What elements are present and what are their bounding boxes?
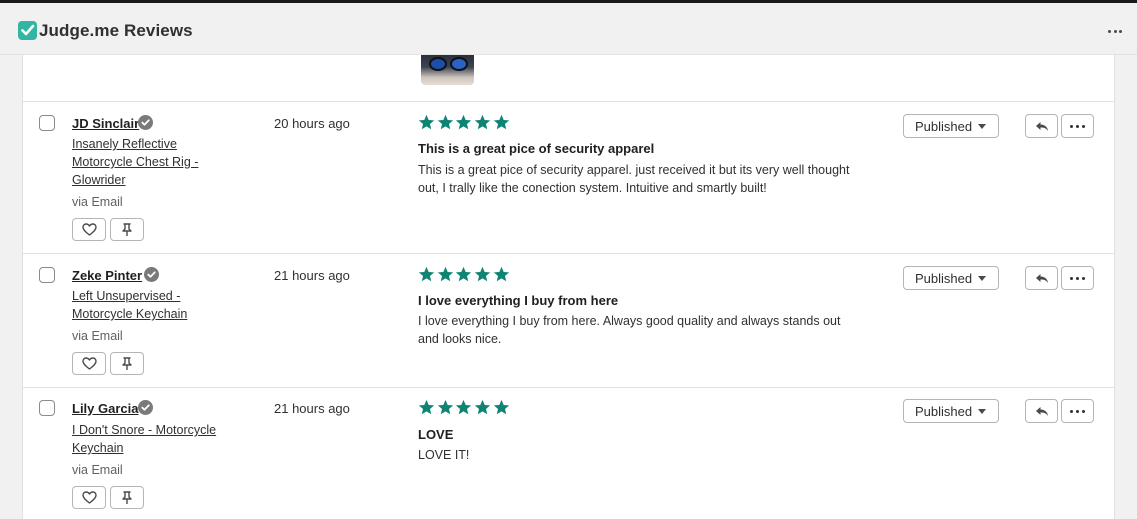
pin-icon xyxy=(122,491,132,504)
review-title: This is a great pice of security apparel xyxy=(418,141,655,156)
review-body: This is a great pice of security apparel… xyxy=(418,163,850,195)
reply-button[interactable] xyxy=(1025,399,1058,423)
more-actions-button[interactable] xyxy=(1061,266,1094,290)
star-icon xyxy=(418,114,435,130)
star-icon xyxy=(456,266,472,282)
caret-down-icon xyxy=(978,276,986,281)
review-source: via Email xyxy=(72,463,123,477)
app-header: Judge.me Reviews xyxy=(0,3,1137,55)
review-row: JD Sinclair Insanely Reflective Motorcyc… xyxy=(23,101,1114,253)
favorite-button[interactable] xyxy=(72,352,106,375)
reply-button[interactable] xyxy=(1025,266,1058,290)
verified-badge-icon xyxy=(144,267,159,282)
review-row: Zeke Pinter Left Unsupervised - Motorcyc… xyxy=(23,253,1114,387)
caret-down-icon xyxy=(978,409,986,414)
star-icon xyxy=(437,399,453,415)
review-body: I love everything I buy from here. Alway… xyxy=(418,314,841,346)
star-icon xyxy=(493,399,509,415)
status-dropdown[interactable]: Published xyxy=(903,399,999,423)
caret-down-icon xyxy=(978,124,986,129)
favorite-button[interactable] xyxy=(72,486,106,509)
star-icon xyxy=(456,114,472,130)
heart-icon xyxy=(81,223,97,236)
pin-icon xyxy=(122,357,132,370)
more-actions-button[interactable] xyxy=(1061,114,1094,138)
status-dropdown[interactable]: Published xyxy=(903,114,999,138)
product-link[interactable]: Left Unsupervised - Motorcycle Keychain xyxy=(72,287,222,323)
pin-icon xyxy=(122,223,132,236)
reply-icon xyxy=(1035,273,1048,283)
more-horizontal-icon[interactable] xyxy=(1101,19,1129,43)
review-body: LOVE IT! xyxy=(418,448,470,462)
reviews-list: JD Sinclair Insanely Reflective Motorcyc… xyxy=(22,55,1115,519)
reviewer-name-link[interactable]: Zeke Pinter xyxy=(72,268,142,283)
review-time: 21 hours ago xyxy=(274,401,350,416)
star-rating xyxy=(418,114,511,131)
review-select-checkbox[interactable] xyxy=(39,400,55,416)
more-actions-button[interactable] xyxy=(1061,399,1094,423)
status-label: Published xyxy=(915,118,973,134)
star-icon xyxy=(456,399,472,415)
star-icon xyxy=(474,114,491,130)
review-photo-thumbnail[interactable] xyxy=(421,55,474,85)
heart-icon xyxy=(81,491,97,504)
star-rating xyxy=(418,399,511,416)
star-icon xyxy=(437,266,453,282)
review-source: via Email xyxy=(72,195,123,209)
status-label: Published xyxy=(915,403,973,419)
star-rating xyxy=(418,266,511,283)
review-time: 21 hours ago xyxy=(274,268,350,283)
verified-badge-icon xyxy=(138,115,153,130)
heart-icon xyxy=(81,357,97,370)
star-icon xyxy=(493,266,509,282)
reviewer-name-link[interactable]: Lily Garcia xyxy=(72,401,138,416)
star-icon xyxy=(474,266,491,282)
pin-button[interactable] xyxy=(110,352,144,375)
star-icon xyxy=(437,114,453,130)
verified-badge-icon xyxy=(138,400,153,415)
status-dropdown[interactable]: Published xyxy=(903,266,999,290)
reply-icon xyxy=(1035,121,1048,131)
review-select-checkbox[interactable] xyxy=(39,115,55,131)
star-icon xyxy=(493,114,509,130)
review-title: LOVE xyxy=(418,427,454,442)
favorite-button[interactable] xyxy=(72,218,106,241)
reply-button[interactable] xyxy=(1025,114,1058,138)
product-link[interactable]: I Don't Snore - Motorcycle Keychain xyxy=(72,421,222,457)
pin-button[interactable] xyxy=(110,486,144,509)
review-source: via Email xyxy=(72,329,123,343)
product-link[interactable]: Insanely Reflective Motorcycle Chest Rig… xyxy=(72,135,222,189)
review-title: I love everything I buy from here xyxy=(418,293,619,308)
review-row: Lily Garcia I Don't Snore - Motorcycle K… xyxy=(23,387,1114,519)
star-icon xyxy=(418,399,435,415)
judgeme-logo-icon xyxy=(18,21,37,40)
status-label: Published xyxy=(915,270,973,286)
review-time: 20 hours ago xyxy=(274,116,350,131)
star-icon xyxy=(418,266,435,282)
pin-button[interactable] xyxy=(110,218,144,241)
star-icon xyxy=(474,399,491,415)
reply-icon xyxy=(1035,406,1048,416)
review-select-checkbox[interactable] xyxy=(39,267,55,283)
app-title: Judge.me Reviews xyxy=(39,21,193,40)
reviewer-name-link[interactable]: JD Sinclair xyxy=(72,116,139,131)
